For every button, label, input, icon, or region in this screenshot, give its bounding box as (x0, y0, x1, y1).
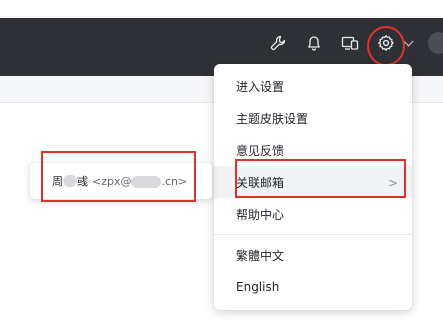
menu-divider (214, 234, 412, 235)
menu-item-label: English (236, 280, 280, 294)
menu-item-label: 进入设置 (236, 79, 285, 94)
menu-item-theme-settings[interactable]: 主题皮肤设置 (214, 102, 412, 134)
annotation-box-account (41, 151, 196, 202)
menu-item-traditional-chinese[interactable]: 繁體中文 (214, 239, 412, 271)
menu-item-label: 繁體中文 (236, 248, 285, 263)
menu-item-english[interactable]: English (214, 271, 412, 303)
annotation-circle (367, 26, 405, 66)
devices-icon[interactable] (338, 31, 362, 55)
bell-icon[interactable] (302, 31, 326, 55)
wrench-icon[interactable] (266, 31, 290, 55)
menu-item-enter-settings[interactable]: 进入设置 (214, 70, 412, 102)
top-strip (0, 0, 443, 18)
avatar[interactable] (428, 32, 443, 54)
annotation-box-linked-mailbox (235, 159, 406, 198)
menu-item-label: 帮助中心 (236, 207, 285, 222)
menu-item-help-center[interactable]: 帮助中心 (214, 198, 412, 230)
menu-item-label: 主题皮肤设置 (236, 111, 309, 126)
menu-item-label: 意见反馈 (236, 143, 285, 158)
